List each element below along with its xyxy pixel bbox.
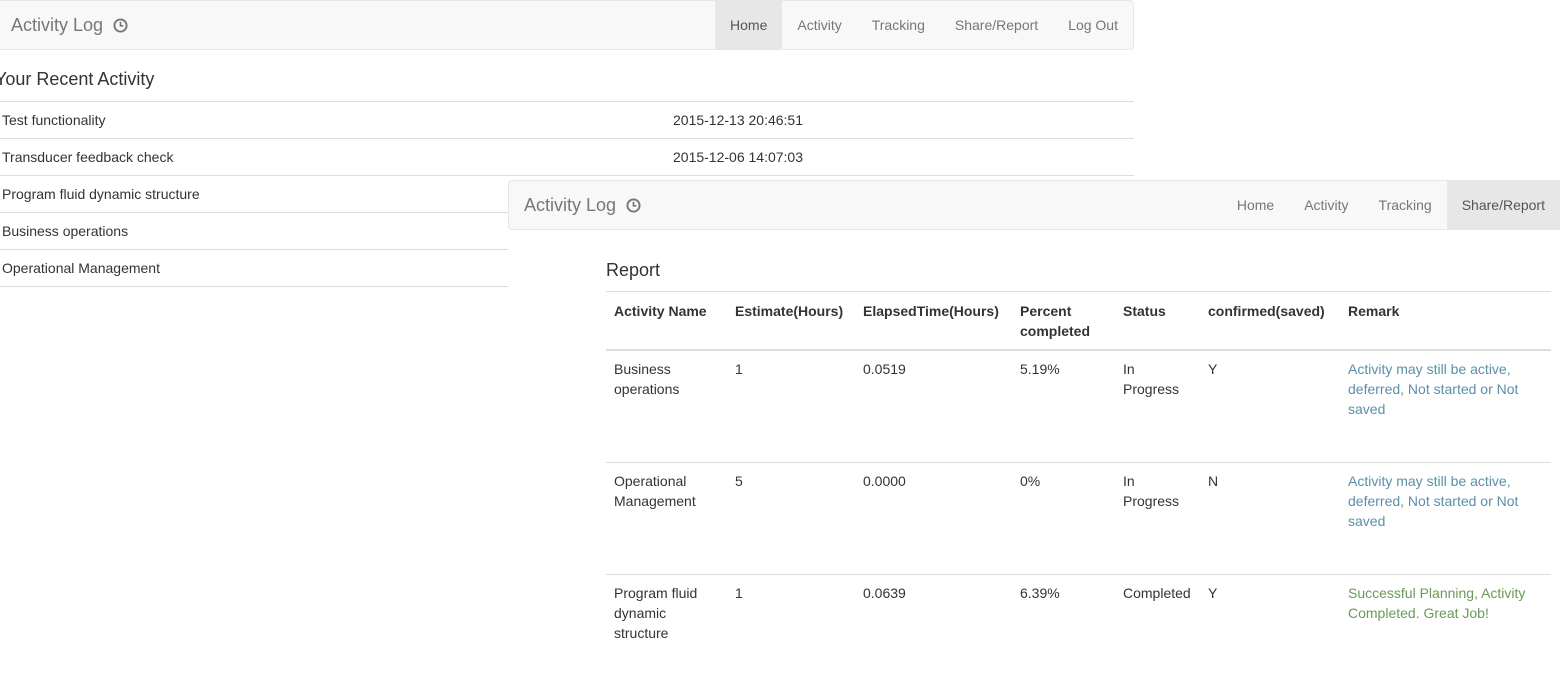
cell-status: In Progress bbox=[1115, 349, 1200, 462]
nav-share-report[interactable]: Share/Report bbox=[1446, 181, 1560, 229]
cell-estimate: 1 bbox=[727, 349, 855, 462]
cell-status: Completed bbox=[1115, 573, 1200, 686]
nav-activity[interactable]: Activity bbox=[782, 1, 856, 49]
cell-remark: Successful Planning, Activity Completed.… bbox=[1340, 573, 1551, 686]
table-row: Business operations 1 0.0519 5.19% In Pr… bbox=[606, 349, 1551, 462]
brand-title: Activity Log bbox=[11, 15, 104, 35]
brand-link[interactable]: Activity Log bbox=[524, 181, 641, 229]
report-table: Activity Name Estimate(Hours) ElapsedTim… bbox=[606, 291, 1551, 686]
col-percent: Percent completed bbox=[1012, 291, 1115, 351]
cell-activity-name: Program fluid dynamic structure bbox=[606, 573, 727, 686]
navbar-back: Activity Log Home Activity Tracking Shar… bbox=[0, 0, 1134, 50]
activity-name: Test functionality bbox=[0, 101, 673, 139]
col-confirmed: confirmed(saved) bbox=[1200, 291, 1340, 351]
col-estimate: Estimate(Hours) bbox=[727, 291, 855, 351]
activity-time: 2015-12-13 20:46:51 bbox=[673, 101, 1134, 139]
cell-confirmed: N bbox=[1200, 461, 1340, 574]
col-status: Status bbox=[1115, 291, 1200, 351]
nav-tracking[interactable]: Tracking bbox=[1364, 181, 1447, 229]
activity-time: 2015-12-06 14:07:03 bbox=[673, 138, 1134, 176]
nav-log-out[interactable]: Log Out bbox=[1053, 1, 1133, 49]
nav-share-report[interactable]: Share/Report bbox=[940, 1, 1053, 49]
table-row: Operational Management 5 0.0000 0% In Pr… bbox=[606, 461, 1551, 574]
cell-elapsed: 0.0000 bbox=[855, 461, 1012, 574]
brand-link[interactable]: Activity Log bbox=[11, 1, 128, 49]
cell-elapsed: 0.0639 bbox=[855, 573, 1012, 686]
nav-home[interactable]: Home bbox=[715, 1, 783, 49]
cell-activity-name: Operational Management bbox=[606, 461, 727, 574]
nav-tracking[interactable]: Tracking bbox=[857, 1, 940, 49]
table-header-row: Activity Name Estimate(Hours) ElapsedTim… bbox=[606, 291, 1551, 351]
col-activity-name: Activity Name bbox=[606, 291, 727, 351]
table-row: Program fluid dynamic structure 1 0.0639… bbox=[606, 573, 1551, 686]
col-elapsed: ElapsedTime(Hours) bbox=[855, 291, 1012, 351]
activity-name: Transducer feedback check bbox=[0, 138, 673, 176]
cell-percent: 0% bbox=[1012, 461, 1115, 574]
cell-percent: 5.19% bbox=[1012, 349, 1115, 462]
table-row: Test functionality 2015-12-13 20:46:51 bbox=[0, 101, 1134, 139]
cell-elapsed: 0.0519 bbox=[855, 349, 1012, 462]
cell-confirmed: Y bbox=[1200, 349, 1340, 462]
nav-menu: Home Activity Tracking Share/Report bbox=[1222, 181, 1560, 229]
page-title: Your Recent Activity bbox=[0, 69, 155, 89]
clock-icon bbox=[626, 183, 641, 231]
report-window: Activity Log Home Activity Tracking Shar… bbox=[508, 180, 1560, 686]
cell-estimate: 1 bbox=[727, 573, 855, 686]
cell-confirmed: Y bbox=[1200, 573, 1340, 686]
report-title: Report bbox=[606, 260, 661, 280]
nav-activity[interactable]: Activity bbox=[1289, 181, 1363, 229]
nav-home[interactable]: Home bbox=[1222, 181, 1289, 229]
cell-status: In Progress bbox=[1115, 461, 1200, 574]
table-row: Transducer feedback check 2015-12-06 14:… bbox=[0, 138, 1134, 176]
cell-estimate: 5 bbox=[727, 461, 855, 574]
cell-remark: Activity may still be active, deferred, … bbox=[1340, 461, 1551, 574]
col-remark: Remark bbox=[1340, 291, 1551, 351]
clock-icon bbox=[113, 3, 128, 51]
nav-menu: Home Activity Tracking Share/Report Log … bbox=[715, 1, 1133, 49]
cell-remark: Activity may still be active, deferred, … bbox=[1340, 349, 1551, 462]
navbar-front: Activity Log Home Activity Tracking Shar… bbox=[508, 180, 1560, 230]
cell-percent: 6.39% bbox=[1012, 573, 1115, 686]
brand-title: Activity Log bbox=[524, 195, 617, 215]
cell-activity-name: Business operations bbox=[606, 349, 727, 462]
